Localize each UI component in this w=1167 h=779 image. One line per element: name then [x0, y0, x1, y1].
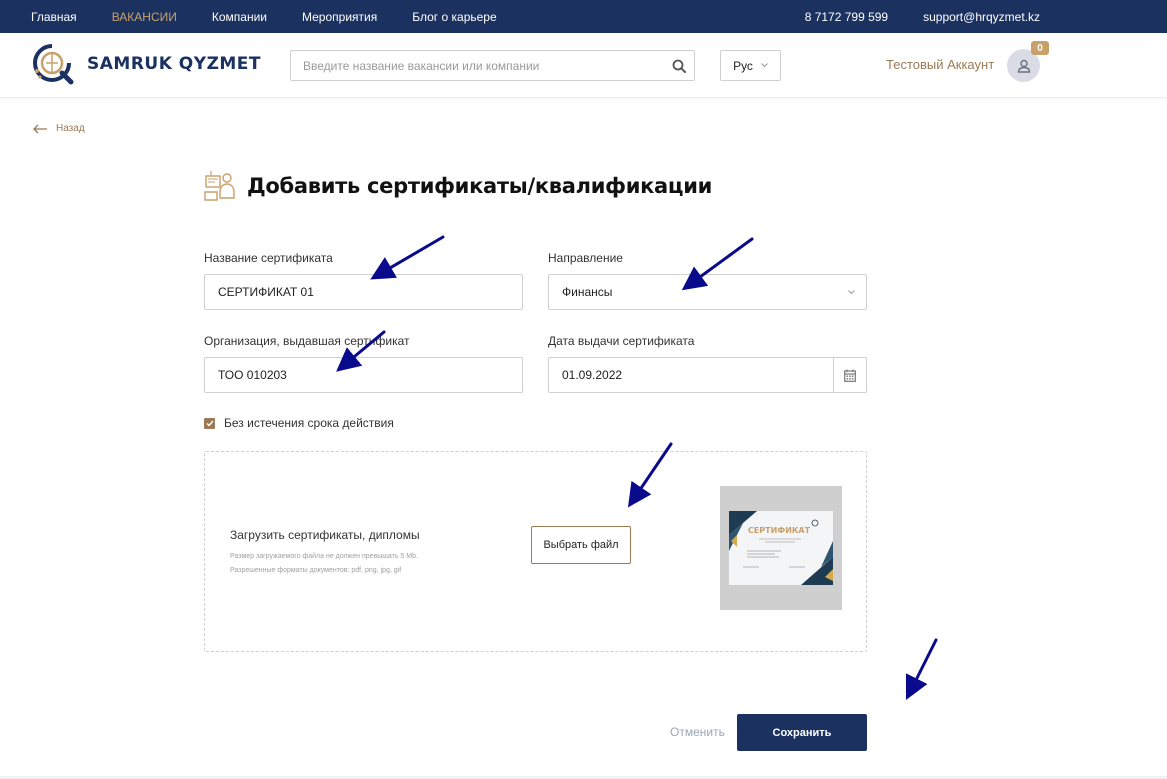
logo-text: SAMRUK QYZMET — [87, 54, 262, 74]
language-select[interactable]: Рус — [720, 50, 781, 81]
logo-icon — [33, 44, 74, 85]
nav-events[interactable]: Мероприятия — [302, 10, 377, 24]
upload-title: Загрузить сертификаты, дипломы — [230, 528, 420, 542]
no-expiry-label: Без истечения срока действия — [224, 416, 394, 430]
top-bar: Главная ВАКАНСИИ Компании Мероприятия Бл… — [0, 0, 1167, 33]
choose-file-button[interactable]: Выбрать файл — [531, 526, 631, 564]
cert-name-field — [204, 274, 523, 310]
org-input[interactable] — [205, 358, 522, 392]
cert-name-label: Название сертификата — [204, 251, 333, 265]
direction-value: Финансы — [562, 285, 613, 299]
chevron-down-icon — [836, 289, 866, 295]
back-link[interactable]: Назад — [33, 123, 85, 134]
chevron-down-icon — [761, 63, 768, 68]
cert-name-input[interactable] — [205, 275, 522, 309]
no-expiry-checkbox-row[interactable]: Без истечения срока действия — [204, 416, 394, 430]
date-input[interactable] — [549, 358, 833, 392]
upload-size-note: Размер загружаемого файла не должен прев… — [230, 553, 418, 560]
upload-formats-note: Разрешенные форматы документов: pdf, png… — [230, 567, 402, 574]
date-field — [548, 357, 867, 393]
logo[interactable]: SAMRUK QYZMET — [31, 41, 261, 87]
cancel-button[interactable]: Отменить — [670, 725, 725, 739]
phone-link[interactable]: 8 7172 799 599 — [805, 10, 888, 24]
nav-companies[interactable]: Компании — [212, 10, 267, 24]
certificate-preview[interactable]: СЕРТИФИКАТ — [720, 486, 842, 610]
upload-area[interactable]: Загрузить сертификаты, дипломы Размер за… — [204, 451, 867, 652]
language-value: Рус — [733, 58, 753, 73]
certificate-icon — [204, 171, 235, 201]
org-label: Организация, выдавшая сертификат — [204, 334, 410, 348]
direction-label: Направление — [548, 251, 623, 265]
email-link[interactable]: support@hrqyzmet.kz — [923, 10, 1040, 24]
top-nav: Главная ВАКАНСИИ Компании Мероприятия Бл… — [31, 0, 532, 33]
date-label: Дата выдачи сертификата — [548, 334, 695, 348]
account-name[interactable]: Тестовый Аккаунт — [886, 57, 994, 72]
check-icon — [206, 420, 214, 427]
arrow-left-icon — [33, 124, 47, 133]
annotation-arrow — [370, 235, 445, 280]
org-field — [204, 357, 523, 393]
search-bar — [290, 50, 695, 81]
page-title: Добавить сертификаты/квалификации — [247, 174, 713, 198]
nav-vacancies[interactable]: ВАКАНСИИ — [112, 10, 177, 24]
back-label: Назад — [56, 123, 85, 134]
top-contacts: 8 7172 799 599 support@hrqyzmet.kz — [805, 0, 1040, 33]
calendar-icon[interactable] — [832, 358, 866, 392]
direction-select[interactable]: Финансы — [548, 274, 867, 310]
search-input[interactable] — [291, 51, 664, 80]
nav-career-blog[interactable]: Блог о карьере — [412, 10, 496, 24]
nav-home[interactable]: Главная — [31, 10, 77, 24]
save-button[interactable]: Сохранить — [737, 714, 867, 751]
page-header: Добавить сертификаты/квалификации — [203, 168, 712, 204]
annotation-arrow — [905, 638, 938, 701]
no-expiry-checkbox[interactable] — [204, 417, 215, 429]
notification-badge: 0 — [1031, 41, 1049, 55]
user-icon — [1017, 59, 1030, 73]
certificate-thumbnail: СЕРТИФИКАТ — [729, 511, 833, 585]
header: SAMRUK QYZMET Рус Тестовый Аккаунт 0 — [0, 33, 1167, 98]
search-icon[interactable] — [664, 51, 694, 80]
preview-title: СЕРТИФИКАТ — [748, 526, 811, 535]
